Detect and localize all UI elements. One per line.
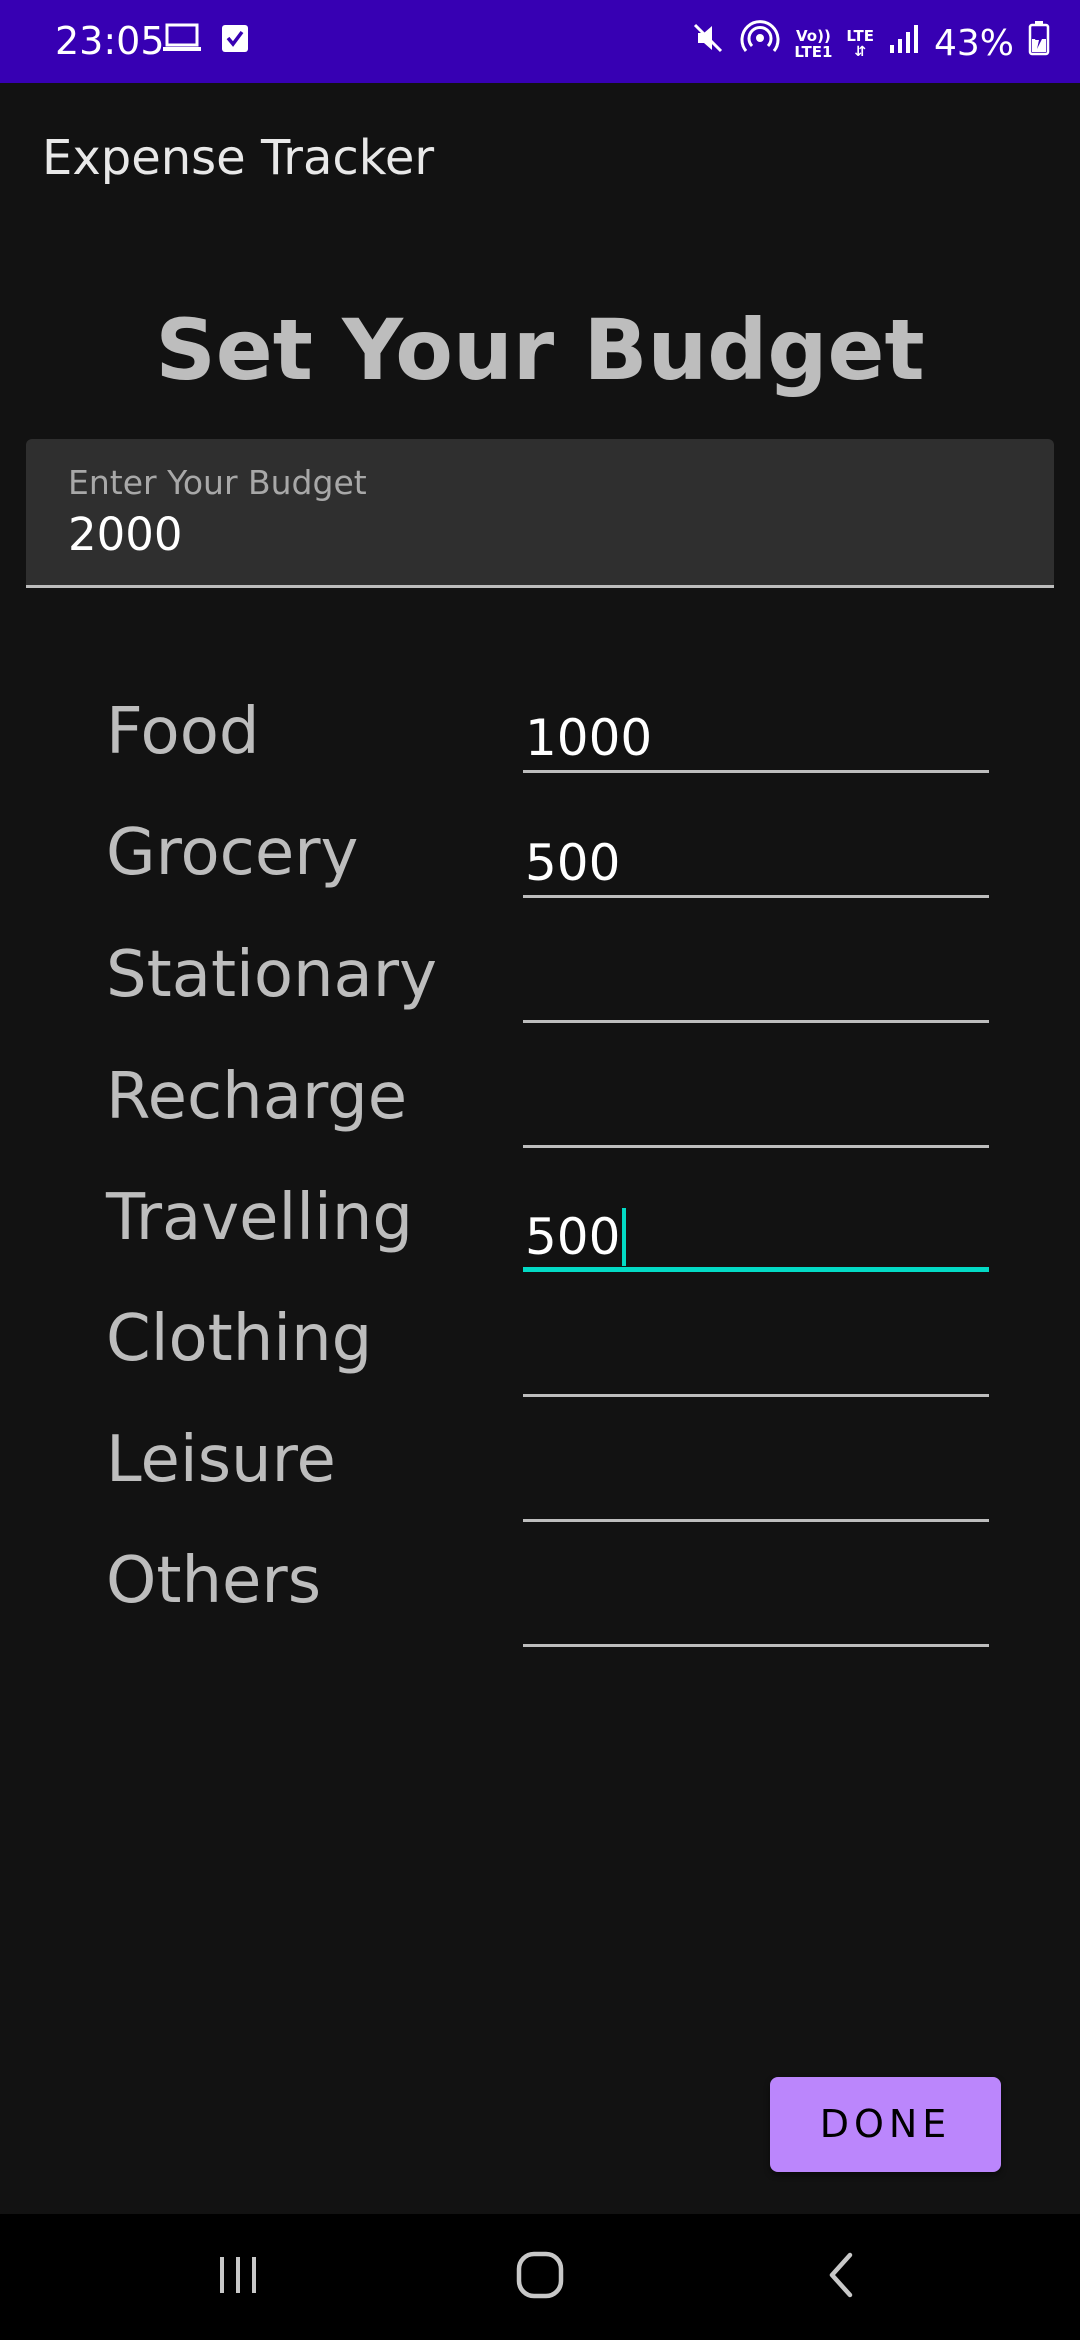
checkbox-icon bbox=[220, 22, 250, 58]
lte-label: LTE bbox=[846, 27, 874, 45]
food-budget-input[interactable]: 1000 bbox=[523, 703, 989, 773]
category-label-travelling: Travelling bbox=[106, 1181, 413, 1255]
volte-bottom-label: LTE1 bbox=[794, 43, 833, 61]
stationary-budget-input[interactable] bbox=[523, 953, 989, 1023]
volte-indicator: Vo)) LTE1 bbox=[794, 28, 832, 60]
home-icon bbox=[514, 2249, 566, 2305]
clothing-budget-input[interactable] bbox=[523, 1327, 989, 1397]
category-label-grocery: Grocery bbox=[106, 816, 359, 890]
battery-charging-icon bbox=[1028, 20, 1050, 68]
back-button[interactable] bbox=[782, 2214, 902, 2340]
budget-field-label: Enter Your Budget bbox=[68, 463, 367, 502]
back-icon bbox=[818, 2249, 866, 2305]
budget-input[interactable]: 2000 bbox=[68, 507, 968, 563]
navigation-bar bbox=[0, 2214, 1080, 2340]
recharge-budget-input[interactable] bbox=[523, 1078, 989, 1148]
status-bar: 23:05 Vo)) LTE1 LTE ⇵ 43% bbox=[0, 0, 1080, 83]
hotspot-icon bbox=[740, 18, 780, 70]
category-label-stationary: Stationary bbox=[106, 938, 437, 1012]
volte-top-label: Vo)) bbox=[796, 27, 831, 45]
travelling-input-value: 500 bbox=[525, 1208, 621, 1266]
category-label-food: Food bbox=[106, 695, 260, 769]
app-title: Expense Tracker bbox=[42, 130, 435, 186]
status-right-icons: Vo)) LTE1 LTE ⇵ 43% bbox=[690, 18, 1050, 70]
status-left-icons bbox=[162, 22, 250, 58]
travelling-budget-input[interactable]: 500 bbox=[523, 1202, 989, 1272]
budget-field[interactable]: Enter Your Budget 2000 bbox=[26, 439, 1054, 588]
status-time: 23:05 bbox=[55, 19, 165, 63]
signal-icon bbox=[888, 21, 920, 67]
laptop-icon bbox=[162, 22, 202, 58]
home-button[interactable] bbox=[480, 2214, 600, 2340]
recents-icon bbox=[214, 2251, 262, 2303]
category-label-leisure: Leisure bbox=[106, 1423, 336, 1497]
page-title: Set Your Budget bbox=[155, 301, 925, 399]
category-label-others: Others bbox=[106, 1544, 322, 1618]
done-button[interactable]: DONE bbox=[770, 2077, 1001, 2172]
lte-indicator: LTE ⇵ bbox=[846, 28, 874, 60]
others-budget-input[interactable] bbox=[523, 1577, 989, 1647]
battery-percent: 43% bbox=[933, 23, 1014, 64]
category-label-recharge: Recharge bbox=[106, 1060, 408, 1134]
data-arrows-icon: ⇵ bbox=[854, 44, 867, 60]
text-cursor bbox=[622, 1207, 627, 1266]
mute-icon bbox=[690, 20, 726, 68]
recents-button[interactable] bbox=[178, 2214, 298, 2340]
grocery-budget-input[interactable]: 500 bbox=[523, 828, 989, 898]
leisure-budget-input[interactable] bbox=[523, 1452, 989, 1522]
category-label-clothing: Clothing bbox=[106, 1302, 373, 1376]
